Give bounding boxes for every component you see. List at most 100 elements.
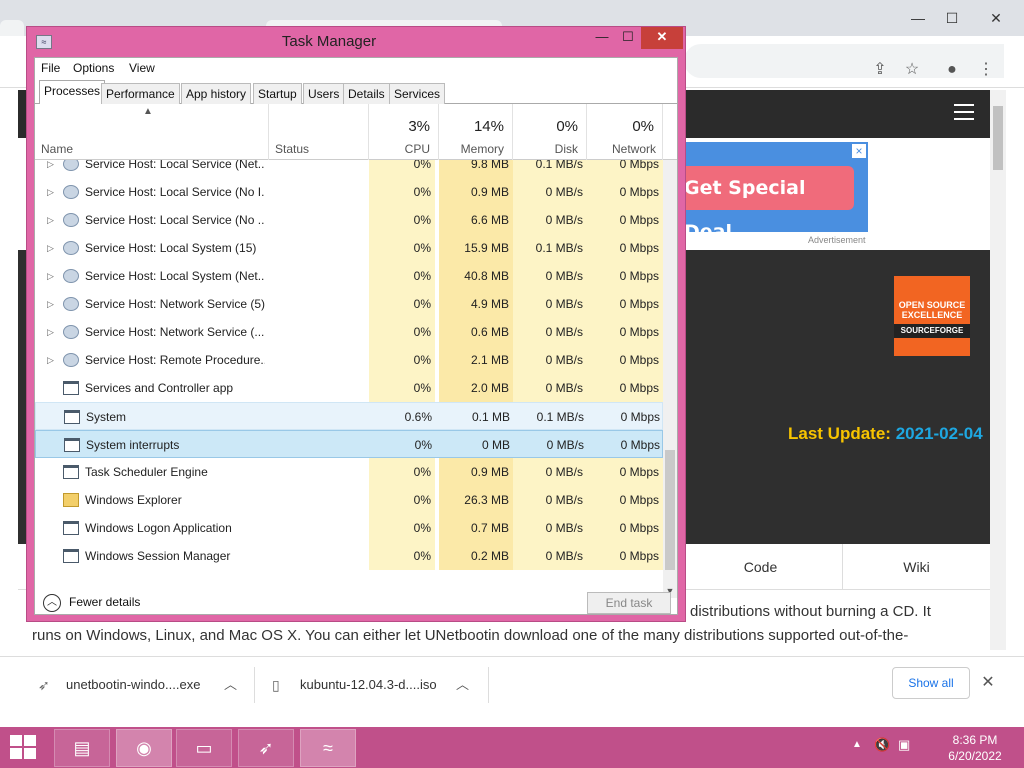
table-row[interactable]: ▷ Service Host: Network Service (5) 0% 4.9 … (35, 290, 663, 318)
close-button[interactable]: ✕ (641, 27, 683, 49)
expand-arrow-icon[interactable]: ▷ (47, 262, 54, 290)
memory-value: 0.6 MB (439, 318, 513, 346)
cpu-value: 0% (414, 438, 432, 452)
usb-drive-icon[interactable]: ▭ (176, 729, 232, 767)
unetbootin-icon[interactable]: ➶ (238, 729, 294, 767)
page-scrollbar[interactable] (990, 90, 1006, 650)
network-value: 0 Mbps (587, 290, 663, 318)
browser-tab[interactable] (0, 20, 24, 36)
tab-services[interactable]: Services (389, 83, 446, 104)
column-disk[interactable]: 0% Disk (513, 104, 587, 160)
process-name: Task Scheduler Engine (85, 465, 208, 479)
chevron-up-circle-icon[interactable]: ︿ (43, 594, 61, 612)
network-total: 0% (632, 118, 654, 135)
expand-arrow-icon[interactable]: ▷ (47, 318, 54, 346)
scrollbar-thumb[interactable] (665, 450, 675, 570)
memory-value: 0.1 MB (471, 410, 510, 424)
tab-performance[interactable]: Performance (101, 83, 180, 104)
maximize-button[interactable]: ☐ (615, 27, 641, 49)
expand-arrow-icon[interactable]: ▷ (47, 346, 54, 374)
process-name: Service Host: Local System (Net... (85, 269, 265, 283)
table-row[interactable]: System interrupts 0% 0 MB 0 MB/s 0 Mbps (35, 430, 663, 458)
process-name: Services and Controller app (85, 381, 234, 395)
file-explorer-icon[interactable]: ▤ (54, 729, 110, 767)
table-row[interactable]: ▷ Service Host: Local Service (Net... 0% 9.… (35, 160, 663, 178)
clock-date[interactable]: 6/20/2022 (940, 749, 1010, 763)
table-row[interactable]: ▷ Service Host: Local System (15) 0% 15.9 M… (35, 234, 663, 262)
column-cpu[interactable]: 3% CPU (369, 104, 439, 160)
clock-time[interactable]: 8:36 PM (940, 733, 1010, 747)
table-row[interactable]: ▷ Service Host: Local System (Net... 0% 40.… (35, 262, 663, 290)
tab-details[interactable]: Details (343, 83, 390, 104)
network-value: 0 Mbps (587, 206, 663, 234)
tab-wiki[interactable]: Wiki (842, 544, 990, 590)
show-hidden-icons-icon[interactable]: ▲ (852, 739, 862, 750)
cpu-value: 0% (369, 486, 435, 514)
page-scrollbar-thumb[interactable] (993, 106, 1003, 170)
windows-start-button[interactable] (10, 735, 38, 761)
expand-arrow-icon[interactable]: ▷ (47, 160, 54, 178)
close-icon[interactable]: ✕ (978, 667, 998, 699)
chrome-close-button[interactable]: ✕ (976, 4, 1016, 32)
profile-avatar-icon[interactable]: ● (940, 58, 964, 82)
minimize-button[interactable]: — (589, 27, 615, 49)
download-item-name[interactable]: unetbootin-windo....exe (66, 665, 200, 705)
tab-processes[interactable]: Processes (39, 80, 106, 105)
table-row[interactable]: Windows Session Manager 0% 0.2 MB 0 MB/s 0 M… (35, 542, 663, 570)
task-manager-icon[interactable]: ≈ (300, 729, 356, 767)
table-row[interactable]: ▷ Service Host: Local Service (No I... 0% 0… (35, 178, 663, 206)
tab-startup[interactable]: Startup (253, 83, 302, 104)
cpu-value: 0% (369, 234, 435, 262)
table-row[interactable]: Task Scheduler Engine 0% 0.9 MB 0 MB/s 0 Mbp… (35, 458, 663, 486)
column-network[interactable]: 0% Network (587, 104, 663, 160)
table-row[interactable]: Windows Explorer 0% 26.3 MB 0 MB/s 0 Mbps (35, 486, 663, 514)
show-all-downloads-button[interactable]: Show all (892, 667, 970, 699)
expand-arrow-icon[interactable]: ▷ (47, 290, 54, 318)
hamburger-menu-icon[interactable] (954, 104, 974, 120)
chevron-up-icon[interactable]: ︿ (456, 665, 469, 705)
menu-file[interactable]: File (41, 58, 60, 78)
task-manager-title-bar[interactable]: ≈ Task Manager — ☐ ✕ (27, 27, 685, 57)
memory-value: 26.3 MB (439, 486, 513, 514)
expand-arrow-icon[interactable]: ▷ (47, 178, 54, 206)
download-item-name[interactable]: kubuntu-12.04.3-d....iso (300, 665, 437, 705)
expand-arrow-icon[interactable]: ▷ (47, 206, 54, 234)
last-update-label: Last Update: (788, 424, 891, 443)
expand-arrow-icon[interactable]: ▷ (47, 234, 54, 262)
chrome-menu-icon[interactable]: ⋮ (974, 58, 998, 82)
share-icon[interactable]: ⇪ (868, 58, 892, 82)
menu-options[interactable]: Options (73, 58, 114, 78)
table-row[interactable]: ▷ Service Host: Network Service (... 0% 0.6… (35, 318, 663, 346)
menu-view[interactable]: View (129, 58, 155, 78)
table-row[interactable]: Windows Logon Application 0% 0.7 MB 0 MB/s 0… (35, 514, 663, 542)
process-name: System (86, 410, 127, 424)
process-list-scrollbar[interactable]: ▼ (663, 160, 677, 598)
bookmark-star-icon[interactable]: ☆ (900, 58, 924, 82)
tab-users[interactable]: Users (303, 83, 345, 104)
chrome-maximize-button[interactable]: ☐ (932, 4, 972, 32)
open-source-excellence-badge[interactable]: OPEN SOURCE EXCELLENCE SOURCEFORGE (894, 276, 970, 356)
disk-total: 0% (556, 118, 578, 135)
end-task-button[interactable]: End task (587, 592, 671, 614)
fewer-details-link[interactable]: Fewer details (69, 595, 140, 609)
windows-logo-icon (10, 748, 22, 759)
disk-value: 0 MB/s (546, 438, 584, 452)
chevron-up-icon[interactable]: ︿ (224, 665, 237, 705)
table-row[interactable]: ▷ Service Host: Remote Procedure... 0% 2.1 … (35, 346, 663, 374)
column-memory[interactable]: 14% Memory (439, 104, 513, 160)
chrome-icon[interactable]: ◉ (116, 729, 172, 767)
tab-app-history[interactable]: App history (181, 83, 252, 104)
speaker-muted-icon[interactable]: 🔇 (874, 737, 890, 753)
memory-value: 2.0 MB (439, 374, 513, 402)
windows-logo-icon (24, 735, 36, 746)
tab-code[interactable]: Code (678, 544, 842, 590)
table-row[interactable]: Services and Controller app 0% 2.0 MB 0 MB/… (35, 374, 663, 402)
column-name[interactable]: ▲ Name (35, 104, 269, 160)
column-status[interactable]: Status (269, 104, 369, 160)
disk-value: 0 MB/s (513, 346, 587, 374)
table-row[interactable]: ▷ Service Host: Local Service (No ... 0% 6.… (35, 206, 663, 234)
ad-close-icon[interactable]: × (852, 144, 866, 158)
network-icon[interactable]: ▣ (898, 737, 910, 753)
disk-value: 0 MB/s (513, 262, 587, 290)
table-row[interactable]: System 0.6% 0.1 MB 0.1 MB/s 0 Mbps (35, 402, 663, 430)
